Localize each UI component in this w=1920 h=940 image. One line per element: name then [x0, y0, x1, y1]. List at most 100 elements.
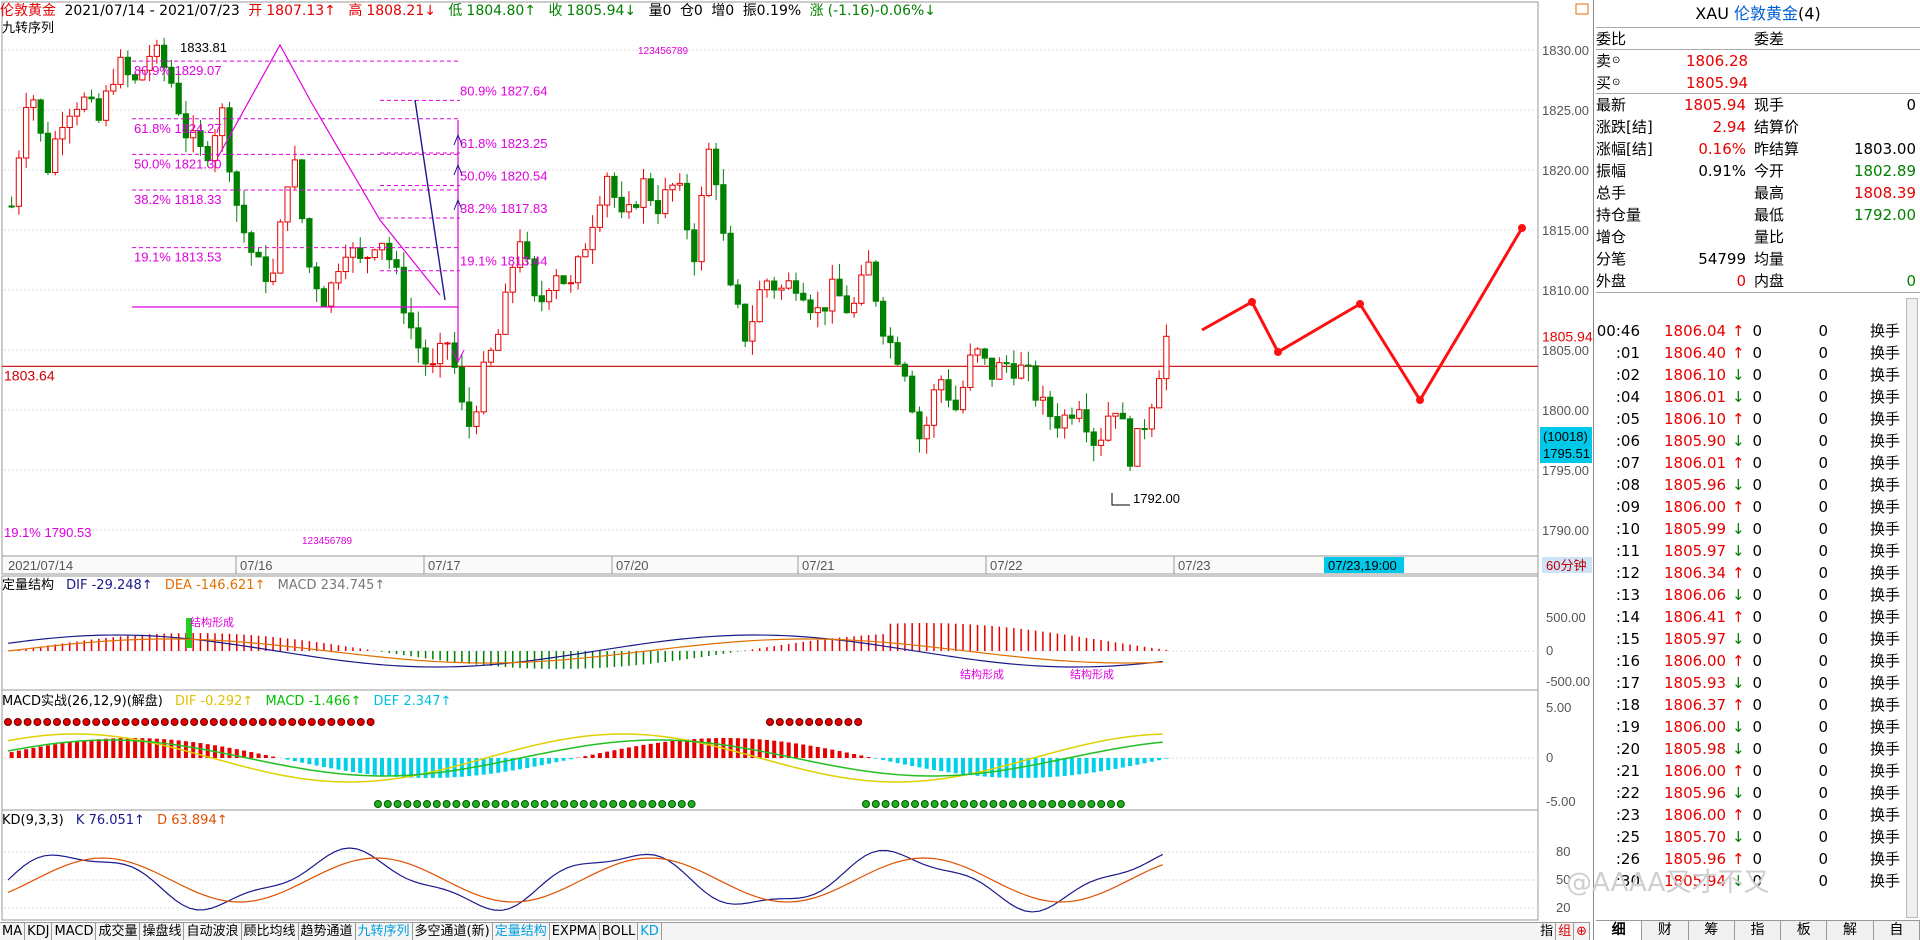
signal-dot-green: [677, 800, 686, 808]
add-icon[interactable]: ⊕: [1574, 923, 1590, 940]
tick-row[interactable]: 00:46 1806.04 ↑ 0 0 换手: [1596, 320, 1920, 342]
quote-label: 结算价: [1754, 118, 1800, 136]
macd2-bar: [496, 758, 501, 773]
tick-row[interactable]: :04 1806.01 ↓ 0 0 换手: [1596, 386, 1920, 408]
signal-dot-red: [356, 718, 365, 726]
tick-row[interactable]: :23 1806.00 ↑ 0 0 换手: [1596, 804, 1920, 826]
candle-body: [553, 275, 560, 292]
kline-chart-svg[interactable]: 1830.00 1825.00 1820.00 1815.00 1810.00 1805.…: [0, 0, 1594, 922]
indicator-tab-8[interactable]: 九转序列: [356, 923, 413, 940]
quote-tab-5[interactable]: 解: [1827, 921, 1874, 940]
tick-row[interactable]: :25 1805.70 ↓ 0 0 换手: [1596, 826, 1920, 848]
macd1-name[interactable]: 定量结构: [2, 578, 54, 593]
candle-body: [654, 200, 662, 215]
tick-row[interactable]: :10 1805.99 ↓ 0 0 换手: [1596, 518, 1920, 540]
signal-dot-green: [1067, 800, 1076, 808]
tick-row[interactable]: :20 1805.98 ↓ 0 0 换手: [1596, 738, 1920, 760]
kd-name[interactable]: KD(9,3,3): [2, 813, 64, 828]
macd2-name[interactable]: MACD实战(26,12,9)(解盘): [2, 694, 163, 709]
tick-row[interactable]: :09 1806.00 ↑ 0 0 换手: [1596, 496, 1920, 518]
quote-count: (4): [1798, 4, 1821, 23]
indicator-tab-2[interactable]: MACD: [52, 923, 97, 940]
indicator-tab-7[interactable]: 趋势通道: [299, 923, 356, 940]
tick-row[interactable]: :05 1806.10 ↑ 0 0 换手: [1596, 408, 1920, 430]
macd2-macd: MACD -1.466↑: [265, 694, 362, 709]
signal-dot-red: [33, 718, 42, 726]
macd2-tick: -5.00: [1546, 794, 1576, 809]
candle-body: [429, 363, 436, 366]
indicator-tab-13[interactable]: KD: [638, 923, 662, 940]
quote-tab-4[interactable]: 板: [1781, 921, 1828, 940]
candle-body: [734, 284, 742, 305]
main-indicator-label[interactable]: 九转序列: [2, 20, 54, 38]
tick-row[interactable]: :15 1805.97 ↓ 0 0 换手: [1596, 628, 1920, 650]
macd2-bar: [539, 758, 544, 766]
indicator-tab-0[interactable]: MA: [0, 923, 26, 940]
tick-row[interactable]: :12 1806.34 ↑ 0 0 换手: [1596, 562, 1920, 584]
macd2-bar: [641, 744, 646, 758]
indicator-tab-10[interactable]: 定量结构: [493, 923, 550, 940]
quote-tab-0[interactable]: 细: [1596, 921, 1643, 940]
indicator-tab-4[interactable]: 操盘线: [140, 923, 185, 940]
indicator-tab-9[interactable]: 多空通道(新): [413, 923, 493, 940]
panel-switch-1[interactable]: 组: [1556, 923, 1575, 940]
side-box-bottom: 1795.51: [1543, 446, 1590, 461]
tick-row[interactable]: :16 1806.00 ↑ 0 0 换手: [1596, 650, 1920, 672]
tick-row[interactable]: :18 1806.37 ↑ 0 0 换手: [1596, 694, 1920, 716]
candle-body: [124, 56, 131, 76]
chart-area[interactable]: 1830.00 1825.00 1820.00 1815.00 1810.00 1805.…: [0, 0, 1594, 940]
candle-body: [1047, 396, 1054, 418]
candle-body: [647, 178, 654, 202]
tick-volume: 0: [1752, 806, 1762, 824]
quote-tab-1[interactable]: 财: [1642, 921, 1689, 940]
macd2-bar: [438, 758, 443, 778]
quote-label: 总手: [1596, 184, 1627, 202]
tick-row[interactable]: :14 1806.41 ↑ 0 0 换手: [1596, 606, 1920, 628]
tick-kind: 换手: [1869, 344, 1900, 362]
tick-row[interactable]: :11 1805.97 ↓ 0 0 换手: [1596, 540, 1920, 562]
tick-price: 1805.98: [1664, 740, 1727, 758]
indicator-tab-5[interactable]: 自动波浪: [184, 923, 242, 940]
tick-price: 1806.34: [1664, 564, 1727, 582]
macd2-bar: [917, 758, 922, 768]
open-label: 开: [248, 3, 263, 19]
tick-row[interactable]: :13 1806.06 ↓ 0 0 换手: [1596, 584, 1920, 606]
candle-body: [422, 347, 429, 365]
tick-row[interactable]: :02 1806.10 ↓ 0 0 换手: [1596, 364, 1920, 386]
signal-dot-red: [72, 718, 81, 726]
candle-body: [1097, 439, 1105, 446]
tick-scrollbar[interactable]: [1906, 298, 1918, 918]
quote-tab-3[interactable]: 指: [1735, 921, 1782, 940]
quote-tab-2[interactable]: 筹: [1689, 921, 1735, 940]
candle-body: [415, 327, 422, 349]
tick-arrow: ↓: [1732, 388, 1745, 406]
tick-row[interactable]: :06 1805.90 ↓ 0 0 换手: [1596, 430, 1920, 452]
tick-row[interactable]: :19 1806.00 ↓ 0 0 换手: [1596, 716, 1920, 738]
indicator-tab-1[interactable]: KDJ: [25, 923, 53, 940]
indicator-tab-11[interactable]: EXPMA: [550, 923, 600, 940]
macd2-bar: [786, 742, 791, 758]
tick-row[interactable]: :08 1805.96 ↓ 0 0 换手: [1596, 474, 1920, 496]
tick-oi: 0: [1818, 476, 1828, 494]
candle-body: [909, 375, 916, 413]
signal-dot-green: [871, 800, 880, 808]
candle-body: [495, 333, 502, 351]
indicator-tab-3[interactable]: 成交量: [96, 923, 141, 940]
quote-tab-6[interactable]: 自: [1874, 921, 1920, 940]
indicator-tab-12[interactable]: BOLL: [600, 923, 639, 940]
tick-volume: 0: [1752, 454, 1762, 472]
macd2-bar: [1142, 758, 1147, 764]
tick-time: :23: [1615, 806, 1640, 824]
panel-switch-0[interactable]: 指: [1538, 923, 1557, 940]
tick-row[interactable]: :07 1806.01 ↑ 0 0 换手: [1596, 452, 1920, 474]
signal-dot-green: [950, 800, 959, 808]
indicator-tab-6[interactable]: 顾比均线: [242, 923, 299, 940]
panel-toggle-icon[interactable]: [1575, 3, 1589, 15]
tick-list[interactable]: 00:46 1806.04 ↑ 0 0 换手:01 1806.40 ↑ 0 0 …: [1596, 320, 1920, 892]
candle-body: [959, 386, 967, 411]
tick-row[interactable]: :01 1806.40 ↑ 0 0 换手: [1596, 342, 1920, 364]
candle-body: [742, 303, 749, 342]
tick-row[interactable]: :21 1806.00 ↑ 0 0 换手: [1596, 760, 1920, 782]
tick-row[interactable]: :17 1805.93 ↓ 0 0 换手: [1596, 672, 1920, 694]
tick-row[interactable]: :22 1805.96 ↓ 0 0 换手: [1596, 782, 1920, 804]
